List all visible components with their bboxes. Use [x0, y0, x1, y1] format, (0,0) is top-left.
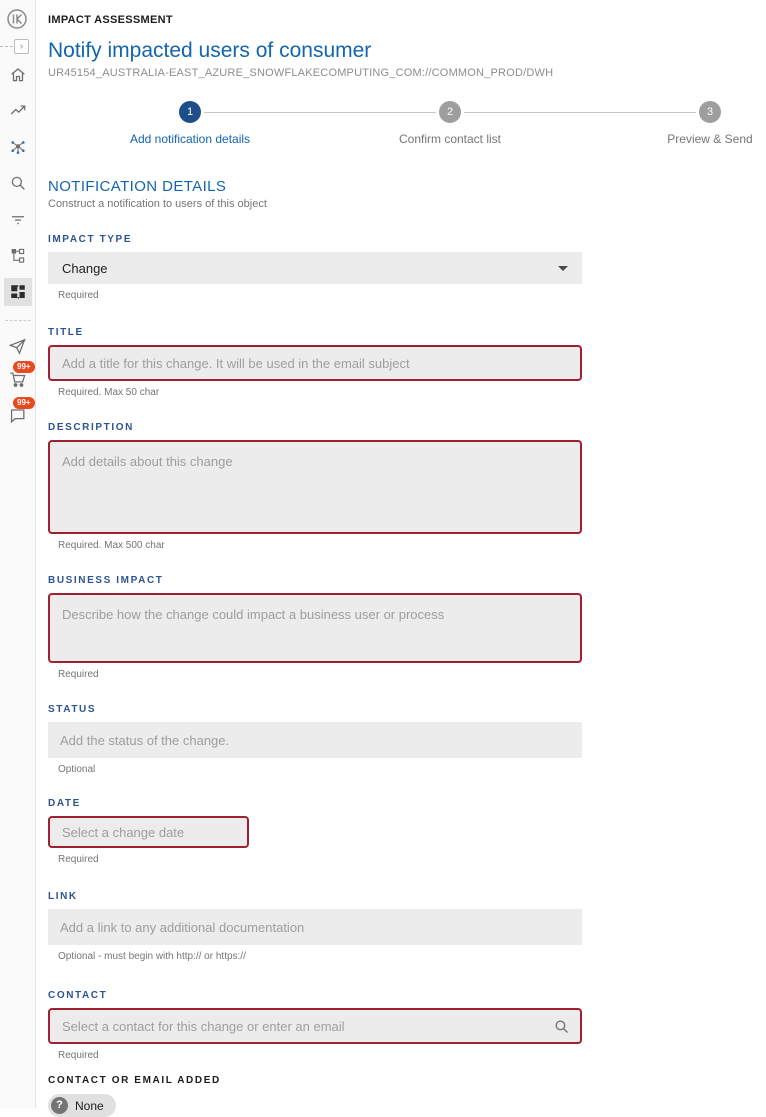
impact-type-group: IMPACT TYPE Change Required — [48, 234, 754, 301]
status-label: STATUS — [48, 704, 754, 715]
title-input[interactable] — [48, 345, 582, 381]
description-textarea[interactable] — [48, 440, 582, 534]
home-icon — [9, 66, 27, 84]
link-helper: Optional - must begin with http:// or ht… — [58, 951, 754, 962]
page-title: Notify impacted users of consumer — [48, 39, 754, 63]
sidebar-item-lineage[interactable] — [4, 134, 32, 160]
impact-type-label: IMPACT TYPE — [48, 234, 754, 245]
step-1-add-notification-details[interactable]: 1 Add notification details — [80, 101, 300, 146]
cart-badge: 99+ — [13, 361, 35, 373]
business-impact-label: BUSINESS IMPACT — [48, 575, 754, 586]
apps-icon — [9, 283, 27, 301]
link-label: LINK — [48, 891, 754, 902]
step-3-preview-send[interactable]: 3 Preview & Send — [600, 101, 766, 146]
status-group: STATUS Optional — [48, 704, 754, 775]
network-icon — [9, 138, 27, 156]
title-helper: Required. Max 50 char — [58, 387, 754, 398]
step-2-label: Confirm contact list — [340, 132, 560, 146]
link-input[interactable] — [48, 909, 582, 945]
main-content: IMPACT ASSESSMENT Notify impacted users … — [36, 0, 766, 1117]
sidebar-item-trends[interactable] — [4, 98, 32, 124]
sidebar-item-search[interactable] — [4, 170, 32, 196]
business-impact-group: BUSINESS IMPACT Required — [48, 575, 754, 680]
description-label: DESCRIPTION — [48, 422, 754, 433]
section-subheading: Construct a notification to users of thi… — [48, 198, 754, 210]
search-icon — [9, 174, 27, 192]
date-input[interactable] — [48, 816, 249, 848]
chevron-down-icon — [558, 266, 568, 271]
contact-input[interactable] — [50, 1010, 553, 1042]
sidebar-divider — [5, 320, 31, 321]
sidebar-item-send[interactable] — [4, 333, 32, 359]
title-group: TITLE Required. Max 50 char — [48, 327, 754, 398]
status-input[interactable] — [48, 722, 582, 758]
step-3-label: Preview & Send — [600, 132, 766, 146]
contact-helper: Required — [58, 1050, 754, 1061]
app-logo[interactable] — [6, 8, 28, 30]
contact-search-field — [48, 1008, 582, 1044]
logo-icon — [6, 8, 28, 30]
sidebar-item-filter[interactable] — [4, 206, 32, 232]
description-helper: Required. Max 500 char — [58, 540, 754, 551]
sidebar-item-home[interactable] — [4, 62, 32, 88]
business-impact-textarea[interactable] — [48, 593, 582, 663]
date-label: DATE — [48, 798, 754, 809]
date-helper: Required — [58, 854, 754, 865]
breadcrumb: IMPACT ASSESSMENT — [48, 14, 754, 26]
chat-badge: 99+ — [13, 397, 35, 409]
business-impact-helper: Required — [58, 669, 754, 680]
sidebar-item-cart[interactable]: 99+ — [4, 369, 32, 395]
sidebar-item-hierarchy[interactable] — [4, 242, 32, 268]
sidebar-nav: 99+ 99+ — [0, 62, 35, 431]
sidebar: › — [0, 0, 36, 1108]
section-heading: NOTIFICATION DETAILS — [48, 178, 754, 195]
none-chip-label: None — [75, 1099, 104, 1113]
sidebar-expand-button[interactable]: › — [14, 39, 29, 54]
contact-label: CONTACT — [48, 990, 754, 1001]
link-group: LINK Optional - must begin with http:// … — [48, 891, 754, 962]
step-1-circle: 1 — [179, 101, 201, 123]
step-2-confirm-contact-list[interactable]: 2 Confirm contact list — [340, 101, 560, 146]
search-icon — [553, 1018, 570, 1035]
stepper: 1 Add notification details 2 Confirm con… — [48, 101, 754, 146]
step-3-circle: 3 — [699, 101, 721, 123]
hierarchy-icon — [9, 246, 27, 264]
contact-added-group: CONTACT OR EMAIL ADDED ? None — [48, 1075, 754, 1117]
impact-type-select[interactable]: Change — [48, 252, 582, 284]
help-icon: ? — [51, 1097, 68, 1114]
sidebar-item-impact-assessment[interactable] — [4, 278, 32, 306]
title-label: TITLE — [48, 327, 754, 338]
none-chip[interactable]: ? None — [48, 1094, 116, 1117]
divider — [0, 46, 13, 47]
trending-icon — [9, 102, 27, 120]
filter-icon — [9, 210, 27, 228]
impact-type-value: Change — [62, 261, 108, 276]
date-group: DATE Required — [48, 798, 754, 865]
step-1-label: Add notification details — [80, 132, 300, 146]
description-group: DESCRIPTION Required. Max 500 char — [48, 422, 754, 551]
object-path: UR45154_AUSTRALIA-EAST_AZURE_SNOWFLAKECO… — [48, 67, 754, 79]
contact-added-label: CONTACT OR EMAIL ADDED — [48, 1075, 754, 1086]
step-2-circle: 2 — [439, 101, 461, 123]
send-icon — [8, 337, 27, 356]
sidebar-item-chat[interactable]: 99+ — [4, 405, 32, 431]
contact-group: CONTACT Required — [48, 990, 754, 1061]
impact-type-helper: Required — [58, 290, 754, 301]
status-helper: Optional — [58, 764, 754, 775]
